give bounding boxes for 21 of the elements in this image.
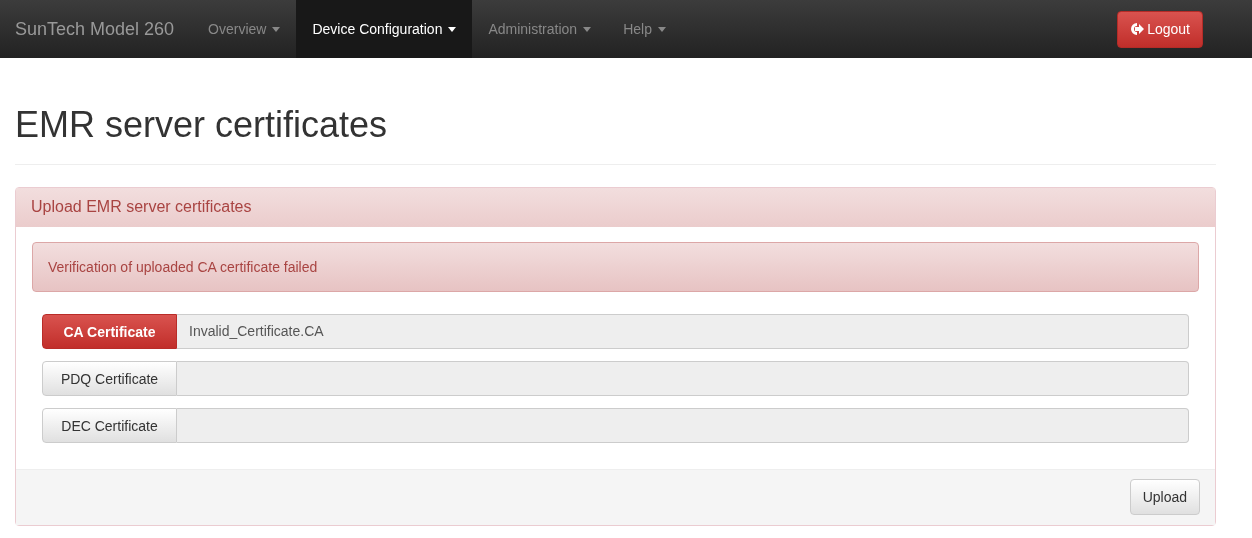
caret-icon [448, 26, 457, 32]
certificate-button[interactable]: PDQ Certificate [42, 361, 177, 396]
caret-icon [583, 26, 592, 32]
logout-button[interactable]: Logout [1117, 10, 1203, 48]
panel-heading: Upload EMR server certificates [16, 188, 1215, 227]
error-alert: Verification of uploaded CA certificate failed [32, 242, 1199, 292]
file-field[interactable] [177, 361, 1189, 396]
nav-menu[interactable]: Device Configuration [296, 0, 473, 58]
brand[interactable]: SunTech Model 260 [15, 0, 193, 58]
certificate-button[interactable]: CA Certificate [42, 314, 177, 349]
logout-icon [1130, 22, 1145, 36]
nav-menu[interactable]: Help [607, 0, 682, 58]
certificate-button[interactable]: DEC Certificate [42, 408, 177, 443]
file-field[interactable]: Invalid_Certificate.CA [177, 314, 1189, 349]
upload-button[interactable]: Upload [1129, 479, 1200, 515]
file-field[interactable] [177, 408, 1189, 443]
nav-menu[interactable]: Overview [192, 0, 297, 58]
caret-icon [272, 26, 281, 32]
page-title: EMR server certificates [15, 104, 1216, 165]
caret-icon [657, 26, 666, 32]
nav-menu[interactable]: Administration [472, 0, 608, 58]
